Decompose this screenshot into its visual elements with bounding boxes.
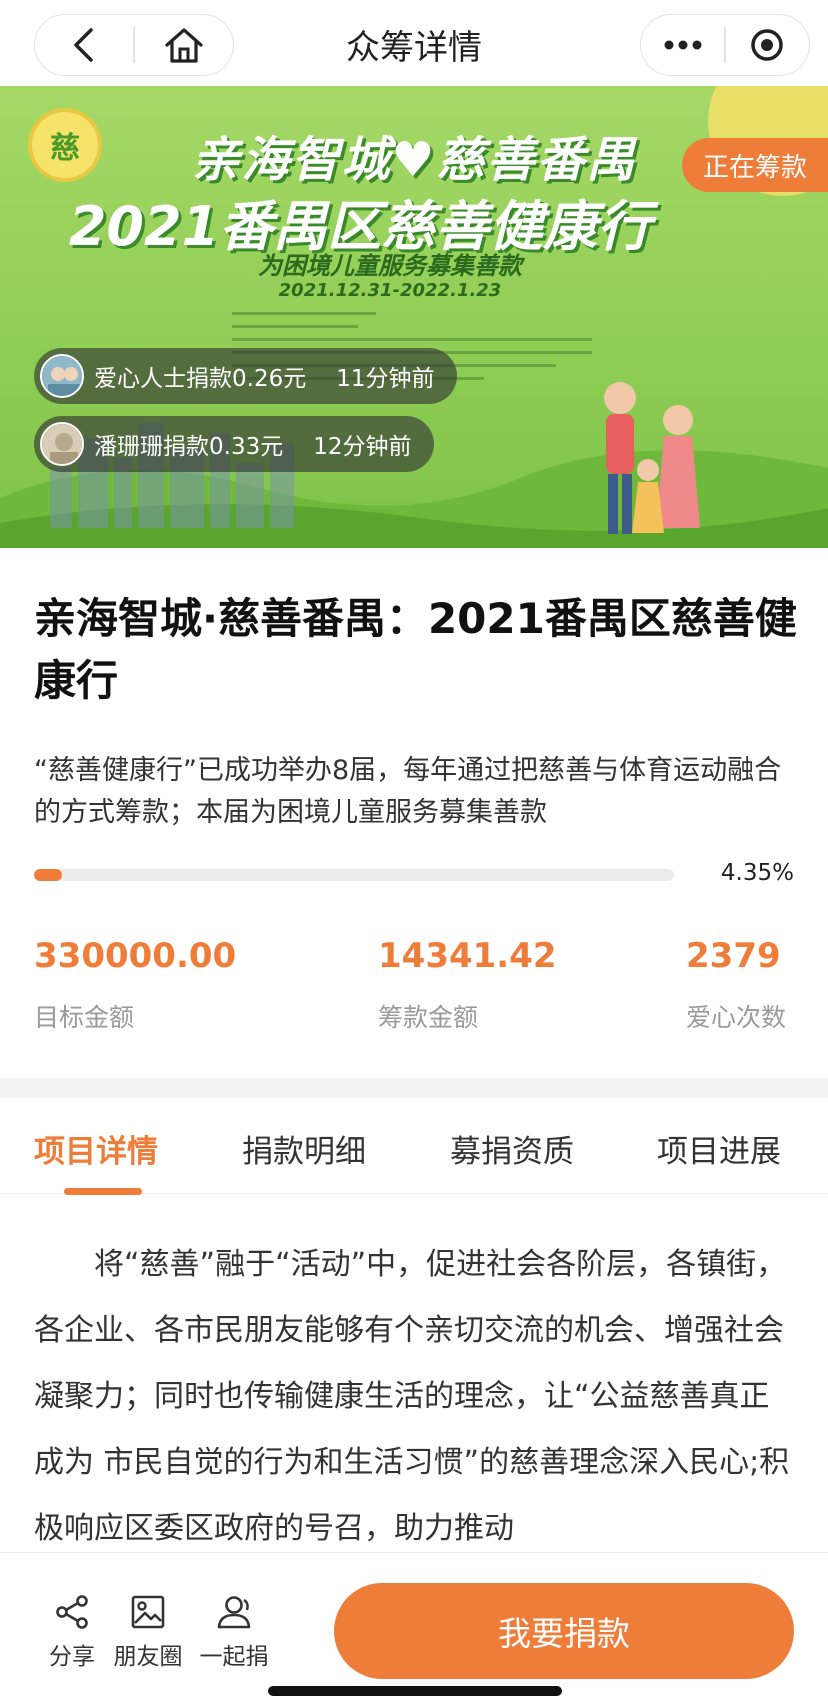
top-nav-bar: 众筹详情 [0,0,828,86]
donation-ticker-item: 爱心人士捐款0.26元 11分钟前 [34,348,457,404]
ticker-time: 11分钟前 [336,366,435,392]
stat-label: 爱心次数 [686,1003,787,1032]
detail-tabs: 项目详情 捐款明细 募捐资质 项目进展 [0,1098,828,1194]
close-miniprogram-button[interactable] [726,15,809,75]
tab-qualifications[interactable]: 募捐资质 [450,1126,574,1171]
progress-percent: 4.35% [720,860,794,886]
stat-target-amount: 330000.00 目标金额 [34,936,236,1034]
target-circle-icon [751,29,784,61]
donor-avatar [40,354,84,398]
tab-project-details[interactable]: 项目详情 [34,1126,158,1171]
donate-together-label: 一起捐 [199,1644,269,1670]
more-button[interactable] [641,15,724,75]
people-icon [217,1596,251,1629]
project-article-text: 将“慈善”融于“活动”中，促进社会各阶层，各镇街，各企业、各市民朋友能够有个亲切… [34,1247,790,1546]
fundraising-progress-bar [34,869,674,881]
home-indicator [268,1686,562,1696]
banner-date-range: 2021.12.31-2022.1.23 [278,280,502,301]
moments-button[interactable]: 朋友圈 [108,1593,188,1671]
donor-avatar [40,422,84,466]
ticker-donation-text: 潘珊珊捐款0.33元 [94,434,284,460]
family-illustration [604,382,700,534]
stat-raised-amount: 14341.42 筹款金额 [378,936,557,1034]
stat-value: 2379 [686,936,781,976]
project-title: 亲海智城·慈善番禺：2021番禺区慈善健康行 [34,594,797,705]
tab-project-progress[interactable]: 项目进展 [657,1126,781,1171]
more-dots-icon [664,40,702,50]
fundraising-status-badge: 正在筹款 [682,138,828,192]
share-label: 分享 [49,1644,95,1670]
tab-donation-records[interactable]: 捐款明细 [242,1126,366,1171]
project-banner[interactable]: 慈 亲海智城♥慈善番禺 2021番禺区慈善健康行 为困境儿童服务募集善款 202… [0,86,828,548]
share-button[interactable]: 分享 [32,1593,112,1671]
section-divider [0,1078,828,1098]
image-icon [131,1595,165,1629]
ticker-time: 12分钟前 [313,434,412,460]
project-description: “慈善健康行”已成功举办8届，每年通过把慈善与体育运动融合的方式筹款；本届为困境… [34,755,782,828]
ticker-donation-text: 爱心人士捐款0.26元 [94,366,307,392]
moments-label: 朋友圈 [113,1644,183,1670]
donate-button[interactable]: 我要捐款 [334,1583,794,1679]
progress-fill [34,869,62,881]
stat-label: 目标金额 [34,1003,135,1032]
donation-ticker-item: 潘珊珊捐款0.33元 12分钟前 [34,416,434,472]
share-icon [56,1595,88,1629]
banner-subtitle: 为困境儿童服务募集善款 [258,252,522,280]
active-tab-indicator [64,1188,142,1195]
stat-donation-count: 2379 爱心次数 [686,936,786,1034]
stat-label: 筹款金额 [378,1003,479,1032]
nav-capsule-right [640,14,810,76]
stat-value: 14341.42 [378,936,557,976]
bottom-action-bar: 分享 朋友圈 一起捐 我要捐款 [0,1552,828,1708]
donate-together-button[interactable]: 一起捐 [194,1593,274,1671]
stat-value: 330000.00 [34,936,237,976]
